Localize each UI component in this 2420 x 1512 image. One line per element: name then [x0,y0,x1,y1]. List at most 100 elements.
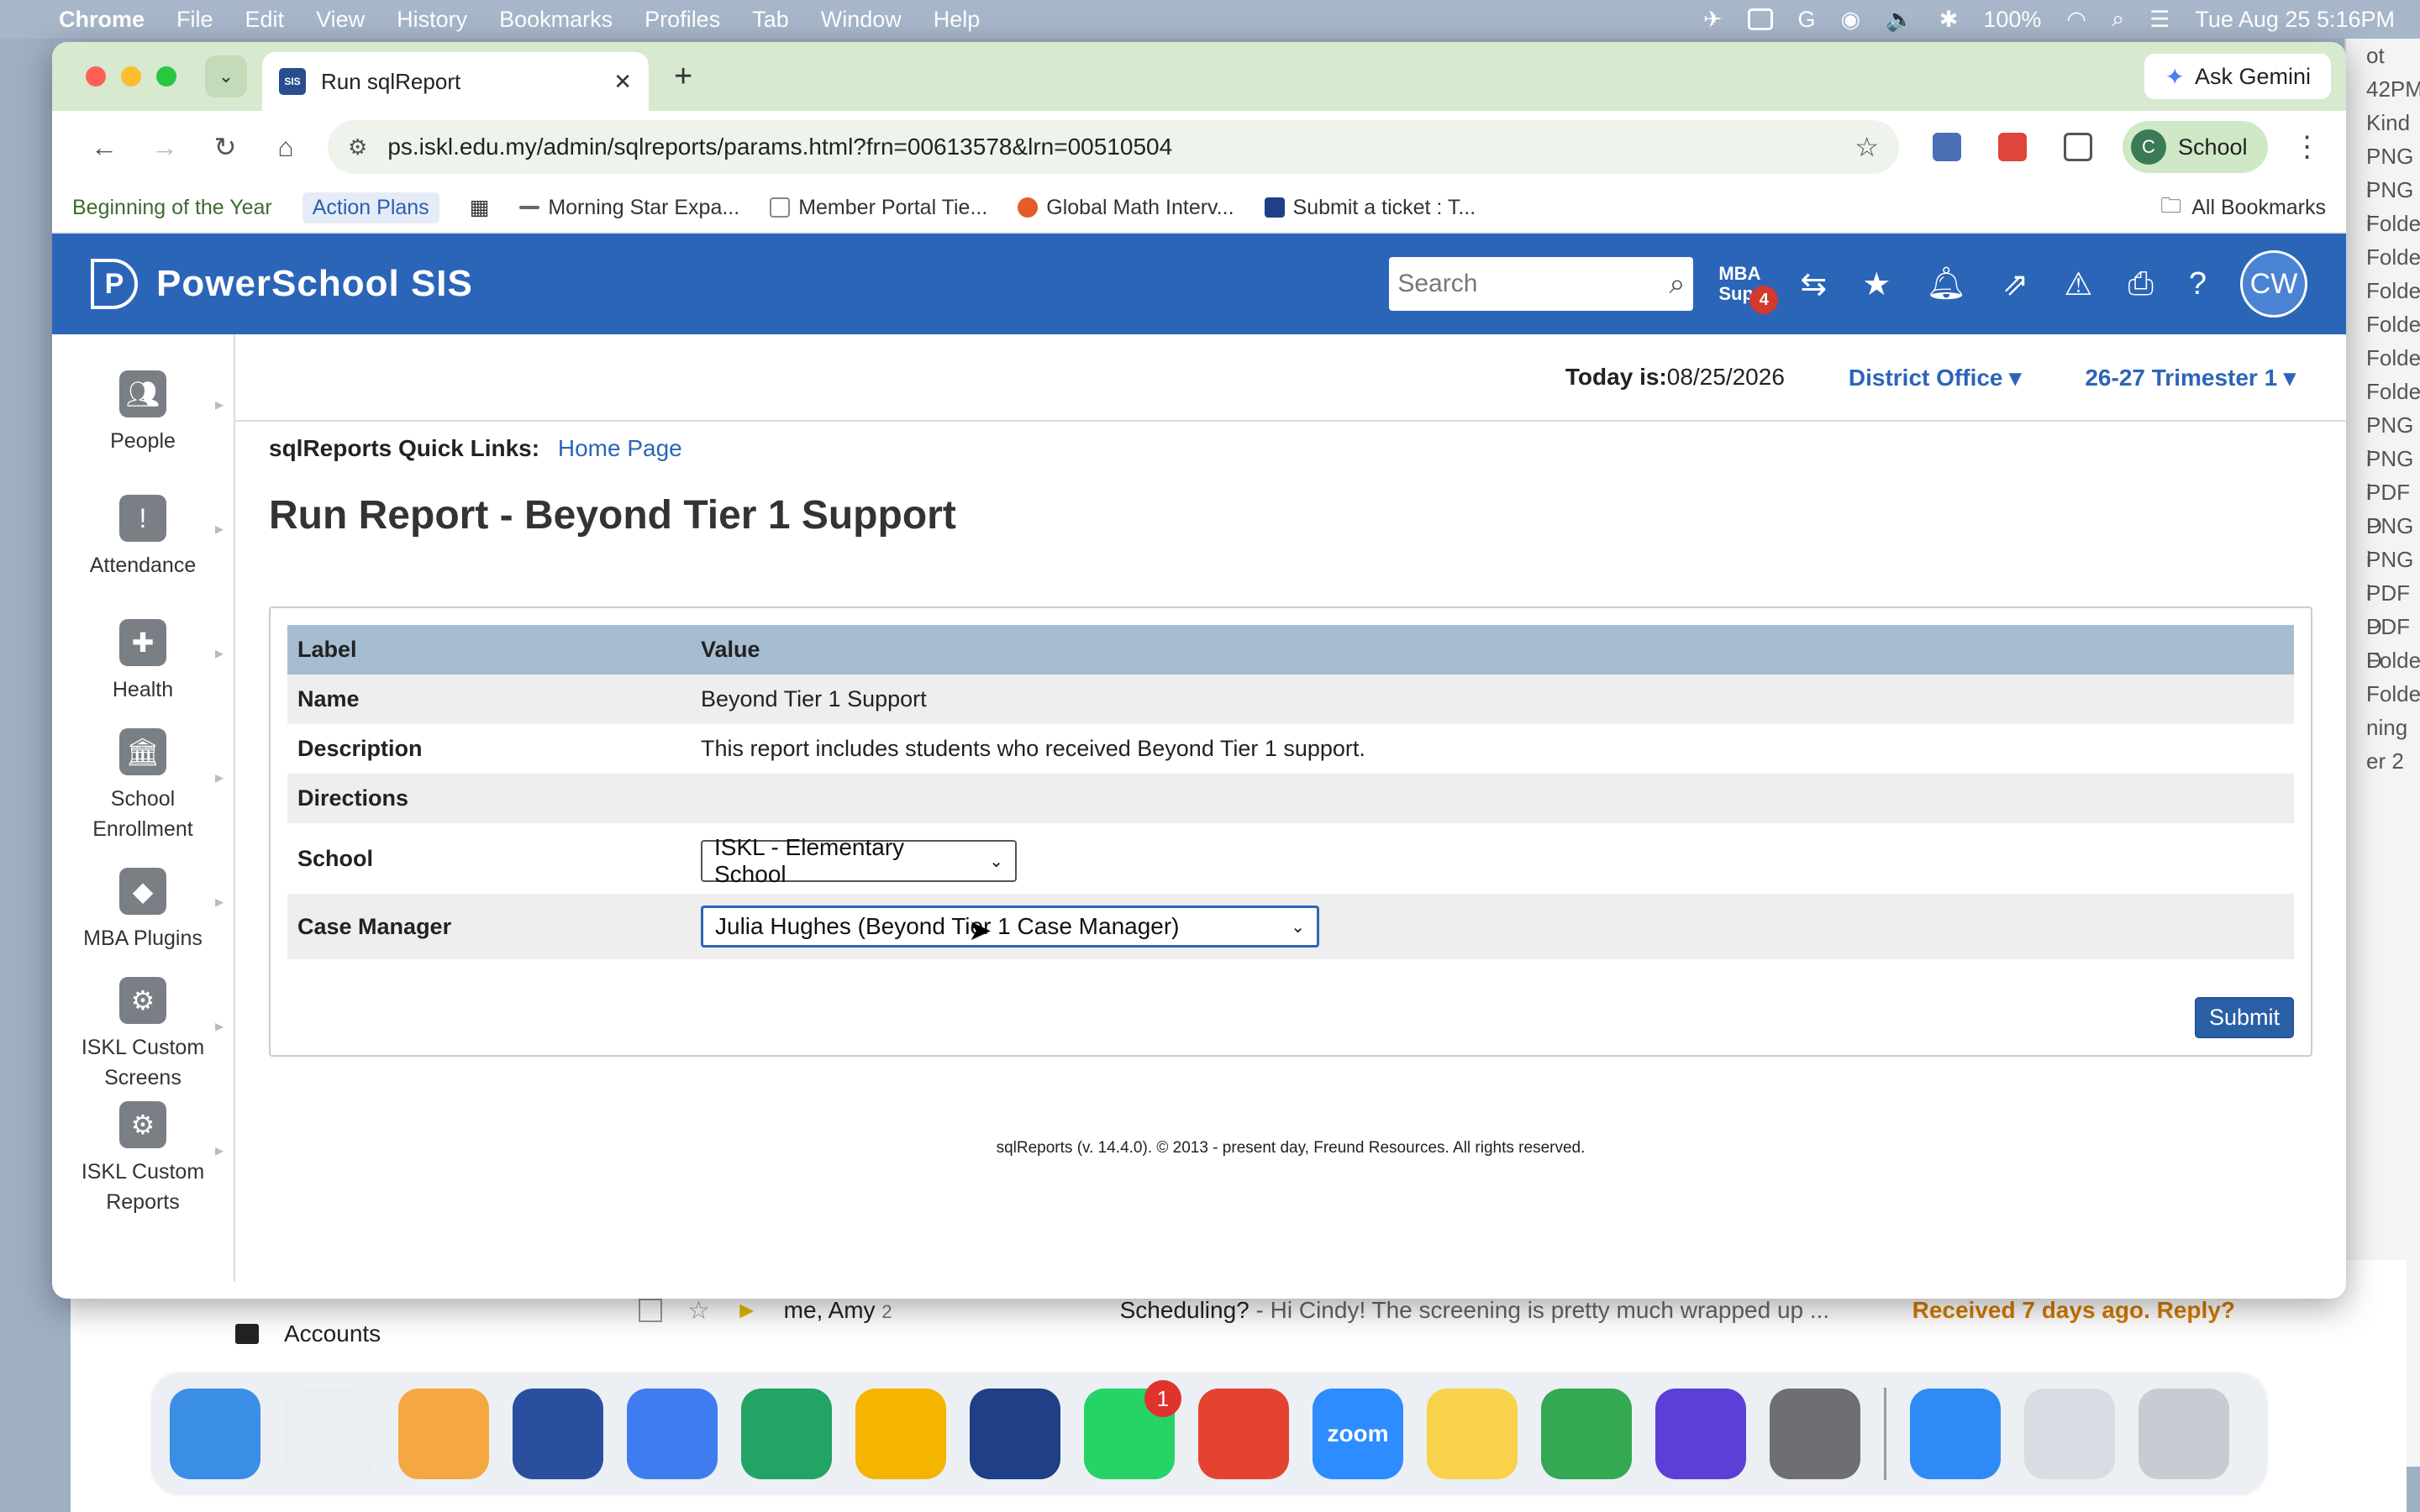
menu-file[interactable]: File [176,7,213,33]
mail-accounts-label[interactable]: Accounts [235,1320,381,1347]
sidebar-item-iskl-custom-screens[interactable]: ⚙ ISKL Custom Screens ▸ [52,973,234,1097]
slides-icon[interactable] [855,1389,946,1479]
menu-profiles[interactable]: Profiles [644,7,720,33]
todoist-icon[interactable] [1198,1389,1289,1479]
more-menu-icon[interactable]: ⋮ [2293,130,2322,164]
apps-grid-icon[interactable]: ▦ [470,195,490,220]
menu-bookmarks[interactable]: Bookmarks [499,7,613,33]
menu-help[interactable]: Help [934,7,981,33]
sidebar-item-people[interactable]: 👥︎ People ▸ [52,351,234,475]
school-selector[interactable]: District Office ▾ [1849,364,2021,391]
menu-edit[interactable]: Edit [245,7,285,33]
trash-icon[interactable] [2139,1389,2229,1479]
address-bar[interactable]: ⚙ ps.iskl.edu.my/admin/sqlreports/params… [328,120,1899,174]
favorites-star-icon[interactable]: ★ [1862,265,1891,303]
bookmark-submit-ticket[interactable]: Submit a ticket : T... [1264,196,1476,220]
zoom-tray-icon[interactable]: ◉ [1841,7,1861,33]
expand-arrow-icon[interactable]: ▸ [215,390,224,420]
submit-button[interactable]: Submit [2194,997,2294,1038]
sidebar-item-health[interactable]: ✚ Health ▸ [52,600,234,724]
forward-arrow-icon[interactable]: → [134,132,195,163]
extension-upload-icon[interactable] [1933,133,1961,161]
new-tab-button[interactable]: + [674,59,692,95]
swap-arrows-icon[interactable]: ⇆ [1800,265,1827,303]
menu-history[interactable]: History [397,7,467,33]
expand-arrow-icon[interactable]: ▸ [215,514,224,544]
bookmark-member-portal[interactable]: Member Portal Tie... [770,196,987,220]
user-avatar[interactable]: CW [2240,250,2307,318]
extensions-puzzle-icon[interactable] [2064,133,2092,161]
settings-icon[interactable] [1770,1389,1860,1479]
powerschool-brand[interactable]: PowerSchool SIS [156,263,473,305]
chrome-icon[interactable] [284,1389,375,1479]
app-store-icon[interactable] [1910,1389,2001,1479]
bluetooth-icon[interactable]: ✱ [1939,7,1959,33]
help-icon[interactable]: ? [2189,266,2207,302]
notifications-bell-icon[interactable]: 🔔︎ [1926,265,1966,302]
case-manager-select[interactable]: Julia Hughes (Beyond Tier 1 Case Manager… [701,906,1319,948]
airplane-icon[interactable]: ✈ [1703,7,1723,33]
bookmark-morning-star[interactable]: Morning Star Expa... [519,196,739,220]
url-text[interactable]: ps.iskl.edu.my/admin/sqlreports/params.h… [387,134,1854,160]
whatsapp-icon[interactable]: 1 [1084,1380,1181,1479]
quicklinks-home-link[interactable]: Home Page [558,435,682,461]
menu-app-name[interactable]: Chrome [59,7,145,33]
expand-arrow-icon[interactable]: ▸ [215,1011,224,1042]
maps-icon[interactable] [1541,1389,1632,1479]
keynote-icon[interactable] [513,1389,603,1479]
expand-arrow-icon[interactable]: ▸ [215,1136,224,1166]
tab-active[interactable]: SIS Run sqlReport ✕ [262,52,649,111]
star-icon[interactable]: ☆ [687,1296,710,1326]
volume-icon[interactable]: 🔊 [1886,6,1914,33]
notes-icon[interactable] [1427,1389,1518,1479]
back-arrow-icon[interactable]: ← [74,132,134,163]
school-app-icon[interactable] [970,1389,1060,1479]
close-tab-icon[interactable]: ✕ [613,69,632,95]
reload-icon[interactable]: ↻ [195,131,255,163]
print-icon[interactable]: ⎙ [2128,266,2153,302]
extension-todoist-icon[interactable] [1998,133,2027,161]
sidebar-item-attendance[interactable]: ! Attendance ▸ [52,475,234,600]
bookmark-star-icon[interactable]: ☆ [1854,131,1879,163]
zoom-icon[interactable]: zoom [1313,1389,1403,1479]
bookmark-action-plans[interactable]: Action Plans [302,192,439,223]
spotlight-icon[interactable]: ⌕ [2112,6,2124,33]
battery-percent[interactable]: 100% [1983,7,2041,33]
grammarly-icon[interactable] [1655,1389,1746,1479]
mba-support-button[interactable]: MBA Supp 4 [1718,264,1779,314]
control-center-icon[interactable]: ☰ [2149,7,2170,33]
preview-icon[interactable] [2024,1389,2115,1479]
grammarly-icon[interactable]: G [1798,7,1816,33]
close-window-button[interactable] [86,66,106,87]
school-select[interactable]: ISKL - Elementary School ⌄ [701,834,1017,887]
term-selector[interactable]: 26-27 Trimester 1 ▾ [2085,364,2296,391]
bookmark-global-math[interactable]: Global Math Interv... [1018,196,1234,220]
mail-checkbox[interactable] [639,1299,662,1322]
external-link-icon[interactable]: ⇗ [2002,265,2029,303]
menu-view[interactable]: View [316,7,365,33]
important-icon[interactable]: ► [735,1297,759,1324]
alert-warning-icon[interactable]: ⚠ [2064,265,2092,303]
zoom-window-button[interactable] [156,66,176,87]
datetime[interactable]: Tue Aug 25 5:16PM [2195,7,2395,33]
sheets-icon[interactable] [741,1389,832,1479]
wifi-icon[interactable]: ◠ [2066,7,2086,33]
expand-arrow-icon[interactable]: ▸ [215,887,224,917]
photos-icon[interactable] [398,1389,489,1479]
screen-share-icon[interactable] [1747,8,1773,30]
search-icon[interactable]: ⌕ [1669,268,1685,301]
home-icon[interactable]: ⌂ [255,132,316,163]
powerschool-logo-icon[interactable]: P [91,259,138,309]
sidebar-item-school-enrollment[interactable]: 🏛︎ School Enrollment ▸ [52,724,234,848]
expand-arrow-icon[interactable]: ▸ [215,763,224,793]
ps-search-input[interactable]: Search ⌕ [1389,257,1694,311]
all-bookmarks-button[interactable]: 🗀 All Bookmarks [2160,190,2326,226]
bookmark-beginning-of-year[interactable]: Beginning of the Year [72,196,272,220]
menu-tab[interactable]: Tab [752,7,789,33]
ask-gemini-button[interactable]: ✦ Ask Gemini [2144,54,2331,99]
minimize-window-button[interactable] [121,66,141,87]
site-info-icon[interactable]: ⚙ [348,134,367,160]
finder-icon[interactable] [170,1389,260,1479]
menu-window[interactable]: Window [821,7,902,33]
sidebar-item-mba-plugins[interactable]: ◆ MBA Plugins ▸ [52,848,234,973]
